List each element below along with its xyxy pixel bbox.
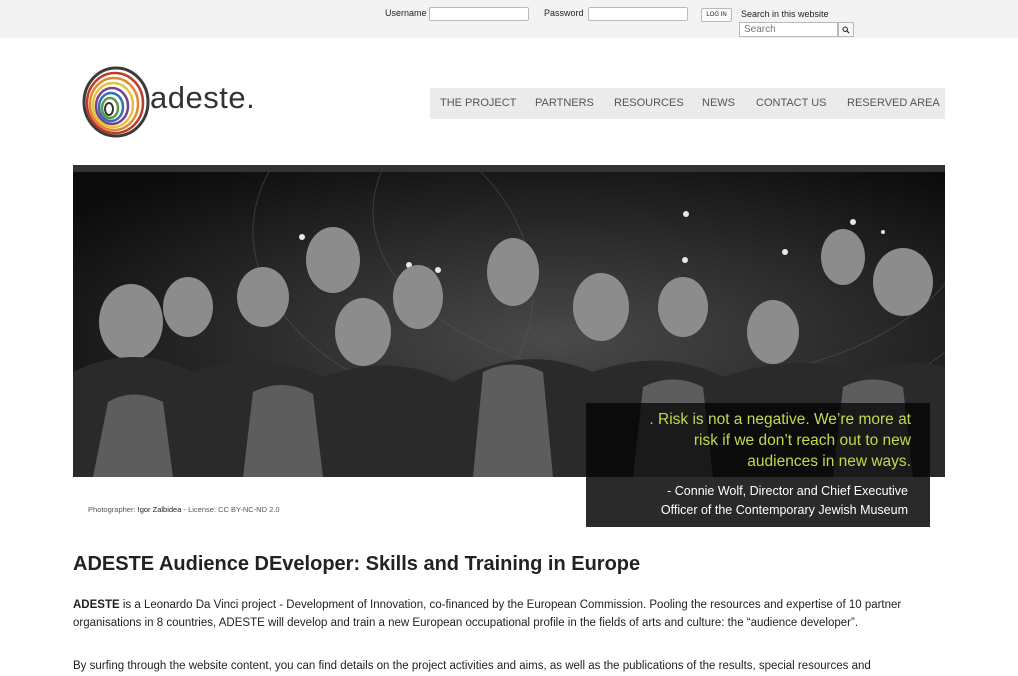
search-input[interactable] bbox=[739, 22, 838, 37]
intro-paragraph: ADESTE is a Leonardo Da Vinci project - … bbox=[73, 597, 945, 632]
quote-author: - Connie Wolf, Director and Chief Execut… bbox=[588, 482, 908, 520]
quote-text: . Risk is not a negative. We’re more at … bbox=[591, 409, 911, 472]
login-button[interactable]: LOG IN bbox=[701, 8, 732, 22]
nav-reserved-area[interactable]: RESERVED AREA bbox=[847, 88, 940, 119]
credit-license: - License: CC BY-NC-ND 2.0 bbox=[181, 505, 280, 514]
nav-partners[interactable]: PARTNERS bbox=[535, 88, 594, 119]
nav-news[interactable]: NEWS bbox=[702, 88, 735, 119]
site-logo[interactable]: adeste. bbox=[82, 64, 262, 140]
username-input[interactable] bbox=[429, 7, 529, 21]
search-button[interactable] bbox=[838, 22, 854, 37]
hero-top-bar bbox=[73, 165, 945, 172]
magnifier-icon bbox=[842, 26, 850, 34]
credit-prefix: Photographer: bbox=[88, 505, 138, 514]
quote-line-1: . Risk is not a negative. We’re more at bbox=[649, 411, 911, 428]
nav-resources[interactable]: RESOURCES bbox=[614, 88, 684, 119]
rings-logo-icon bbox=[82, 66, 150, 138]
search-title: Search in this website bbox=[741, 9, 829, 19]
password-label: Password bbox=[544, 8, 584, 18]
quote-author-box: - Connie Wolf, Director and Chief Execut… bbox=[586, 477, 930, 527]
quote-line-2: risk if we don’t reach out to new bbox=[693, 432, 911, 449]
username-label: Username bbox=[385, 8, 427, 18]
second-paragraph: By surfing through the website content, … bbox=[73, 660, 871, 672]
logo-wordmark: adeste. bbox=[150, 80, 256, 115]
password-input[interactable] bbox=[588, 7, 688, 21]
photo-credit: Photographer: Igor Zalbidea - License: C… bbox=[88, 505, 280, 514]
page-title: ADESTE Audience DEveloper: Skills and Tr… bbox=[73, 553, 641, 575]
intro-bold: ADESTE bbox=[73, 599, 120, 611]
author-line-1: - Connie Wolf, Director and Chief Execut… bbox=[667, 484, 908, 498]
photographer-link[interactable]: Igor Zalbidea bbox=[138, 505, 182, 514]
nav-the-project[interactable]: THE PROJECT bbox=[440, 88, 516, 119]
main-nav: THE PROJECT PARTNERS RESOURCES NEWS CONT… bbox=[430, 88, 945, 119]
intro-text: is a Leonardo Da Vinci project - Develop… bbox=[73, 599, 902, 629]
login-bar: Username Password LOG IN Search in this … bbox=[0, 0, 1018, 38]
quote-line-3: audiences in new ways. bbox=[747, 453, 911, 470]
author-line-2: Officer of the Contemporary Jewish Museu… bbox=[660, 503, 908, 517]
quote-box: . Risk is not a negative. We’re more at … bbox=[586, 403, 930, 477]
nav-contact-us[interactable]: CONTACT US bbox=[756, 88, 827, 119]
